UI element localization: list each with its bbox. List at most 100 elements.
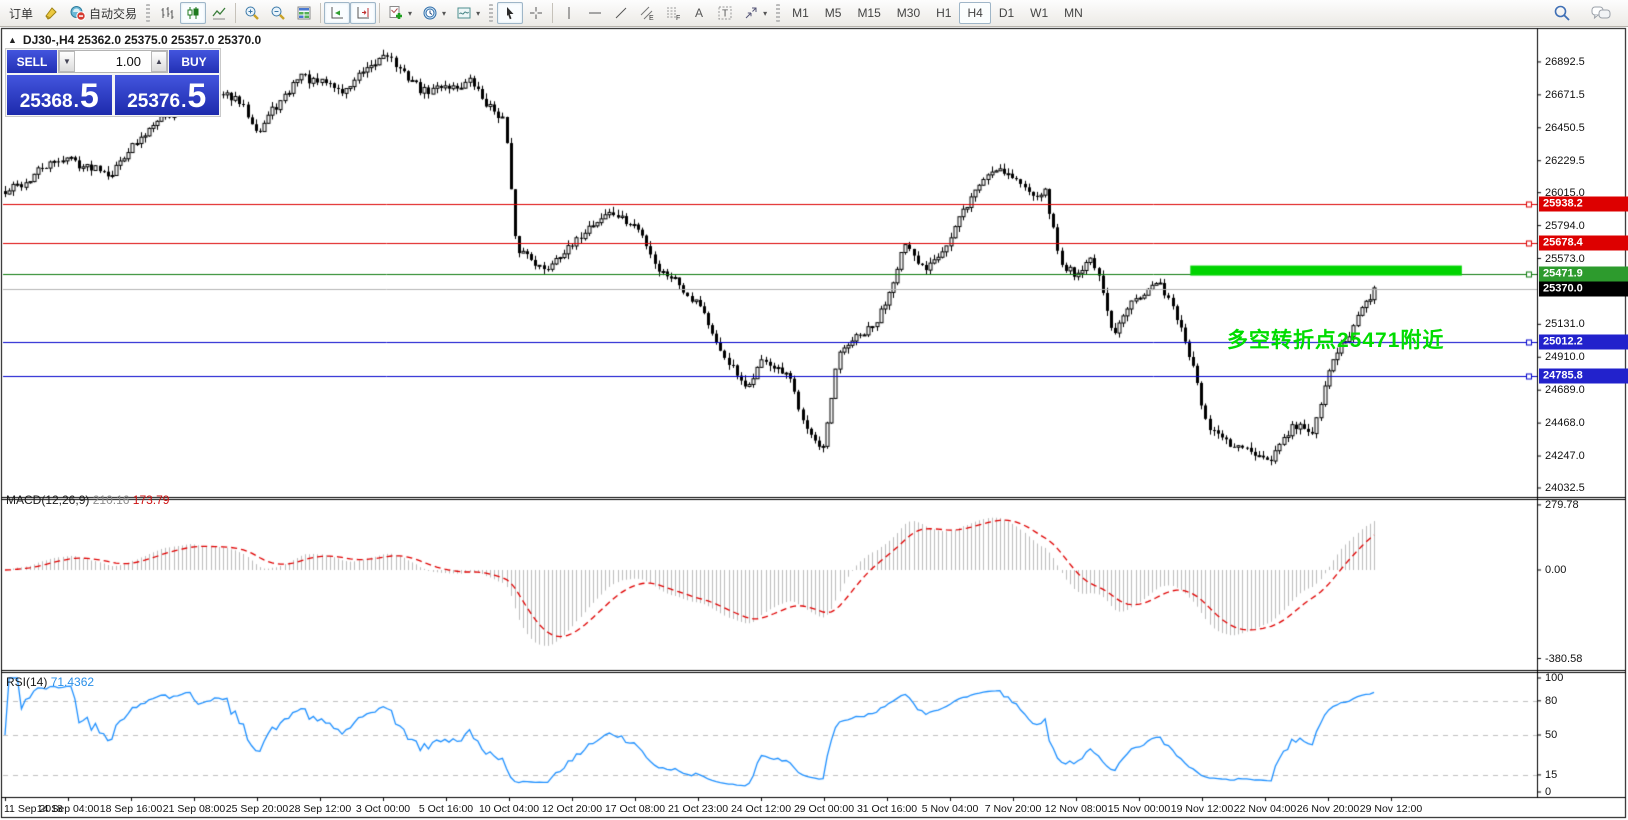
toolbar-grip[interactable] [489, 4, 493, 22]
zoom-out-icon [270, 5, 286, 21]
price-level-tag: 25471.9 [1539, 266, 1628, 281]
buy-price-button[interactable]: 25376 . 5 [115, 75, 220, 115]
timeframe-button-m5[interactable]: M5 [817, 2, 850, 24]
buy-button[interactable]: BUY [169, 50, 219, 73]
timeframe-button-mn[interactable]: MN [1056, 2, 1091, 24]
price-level-tag: 24785.8 [1539, 368, 1628, 383]
time-axis-tick: 28 Sep 12:00 [289, 803, 351, 815]
rsi-axis-tick: 0 [1545, 786, 1551, 798]
sell-price-dot: . [74, 92, 79, 111]
periods-icon [422, 5, 438, 21]
volume-increase-button[interactable]: ▲ [151, 51, 167, 72]
price-level-tag: 25938.2 [1539, 197, 1628, 212]
indicators-button[interactable]: ▾ [383, 2, 417, 24]
rsi-axis-tick: 15 [1545, 769, 1557, 781]
arrows-button[interactable]: ▾ [738, 2, 772, 24]
new-order-button[interactable]: 订单 [4, 2, 38, 24]
vertical-line-button[interactable] [556, 2, 582, 24]
crosshair-icon [528, 5, 544, 21]
time-axis-tick: 18 Sep 16:00 [100, 803, 162, 815]
template-icon [456, 5, 472, 21]
price-axis-tick: 26671.5 [1545, 89, 1585, 101]
sell-price-main: 25368 [20, 92, 73, 111]
collapse-triangle-icon[interactable]: ▲ [8, 35, 17, 45]
periods-button-dropdown-caret[interactable]: ▾ [442, 9, 446, 18]
zoom-out-button[interactable] [265, 2, 291, 24]
highlighter-icon [43, 5, 59, 21]
chart-window: ▲ DJ30-,H4 25362.0 25375.0 25357.0 25370… [0, 27, 1628, 820]
timeframe-button-m15[interactable]: M15 [849, 2, 888, 24]
indicators-icon [388, 5, 404, 21]
autotrading-icon [69, 5, 86, 21]
chart-annotation-text: 多空转折点25471附近 [1227, 324, 1444, 354]
chart-shift-button[interactable] [350, 2, 376, 24]
time-axis-tick: 21 Oct 23:00 [668, 803, 728, 815]
search-button[interactable] [1548, 2, 1576, 24]
time-axis-tick: 10 Oct 04:00 [479, 803, 539, 815]
macd-axis-tick: 0.00 [1545, 564, 1566, 576]
periods-button[interactable]: ▾ [417, 2, 451, 24]
volume-decrease-button[interactable]: ▼ [59, 51, 75, 72]
timeframe-button-m1[interactable]: M1 [784, 2, 817, 24]
macd-axis-tick: 279.78 [1545, 499, 1579, 511]
trendline-button[interactable] [608, 2, 634, 24]
time-axis-tick: 25 Sep 20:00 [226, 803, 288, 815]
toolbar-grip[interactable] [776, 4, 780, 22]
volume-value[interactable]: 1.00 [75, 51, 151, 72]
chart-title-text: DJ30-,H4 25362.0 25375.0 25357.0 25370.0 [23, 33, 261, 47]
time-axis-tick: 24 Oct 12:00 [731, 803, 791, 815]
arrows-icon [743, 5, 759, 21]
highlighter-button[interactable] [38, 2, 64, 24]
time-axis-tick: 22 Nov 04:00 [1234, 803, 1296, 815]
toolbar-separator [320, 3, 321, 23]
current-price-tag: 25370.0 [1539, 281, 1628, 296]
channel-icon: E [639, 5, 655, 21]
rsi-axis-tick: 50 [1545, 729, 1557, 741]
equidistant-channel-button[interactable]: E [634, 2, 660, 24]
mt4-application: 订单 自动交易 ▾ ▾ ▾ EFAT ▾ M1M5M15M30H1H4D1W1MN ▲ DJ3… [0, 0, 1628, 820]
time-axis-tick: 29 Nov 12:00 [1360, 803, 1422, 815]
horizontal-line-button[interactable] [582, 2, 608, 24]
svg-text:A: A [695, 6, 703, 20]
rsi-indicator-label: RSI(14) 71.4362 [6, 675, 94, 689]
one-click-trading-panel: SELL ▼ 1.00 ▲ BUY 25368 . 5 25376 . 5 [5, 48, 221, 117]
templates-button[interactable]: ▾ [451, 2, 485, 24]
macd-axis-tick: -380.58 [1545, 653, 1582, 665]
toolbar-separator [379, 3, 380, 23]
toolbar-grip[interactable] [146, 4, 150, 22]
new-order-button-label: 订单 [9, 5, 33, 22]
timeframe-button-h1[interactable]: H1 [928, 2, 959, 24]
time-axis-tick: 29 Oct 00:00 [794, 803, 854, 815]
candlestick-chart-button[interactable] [180, 2, 206, 24]
sell-button[interactable]: SELL [7, 50, 57, 73]
crosshair-button[interactable] [523, 2, 549, 24]
auto-scroll-button[interactable] [324, 2, 350, 24]
timeframe-button-w1[interactable]: W1 [1022, 2, 1056, 24]
line-chart-button[interactable] [206, 2, 232, 24]
sell-price-button[interactable]: 25368 . 5 [7, 75, 112, 115]
buy-price-dot: . [181, 92, 186, 111]
volume-stepper: ▼ 1.00 ▲ [58, 50, 168, 73]
fibonacci-button[interactable]: F [660, 2, 686, 24]
timeframe-button-d1[interactable]: D1 [991, 2, 1022, 24]
arrows-button-dropdown-caret[interactable]: ▾ [763, 9, 767, 18]
cursor-button[interactable] [497, 2, 523, 24]
templates-button-dropdown-caret[interactable]: ▾ [476, 9, 480, 18]
chat-button[interactable] [1586, 2, 1616, 24]
time-axis-tick: 5 Oct 16:00 [419, 803, 473, 815]
bar-chart-icon [159, 5, 175, 21]
text-button[interactable]: A [686, 2, 712, 24]
time-axis-tick: 21 Sep 08:00 [163, 803, 225, 815]
hline-icon [587, 5, 603, 21]
text-label-button[interactable]: T [712, 2, 738, 24]
tile-windows-button[interactable] [291, 2, 317, 24]
price-axis-tick: 24468.0 [1545, 417, 1585, 429]
chart-canvas[interactable] [0, 27, 1628, 820]
bar-chart-button[interactable] [154, 2, 180, 24]
price-level-tag: 25678.4 [1539, 235, 1628, 250]
timeframe-button-m30[interactable]: M30 [889, 2, 928, 24]
zoom-in-button[interactable] [239, 2, 265, 24]
indicators-button-dropdown-caret[interactable]: ▾ [408, 9, 412, 18]
autotrading-button[interactable]: 自动交易 [64, 2, 142, 24]
timeframe-button-h4[interactable]: H4 [959, 2, 990, 24]
